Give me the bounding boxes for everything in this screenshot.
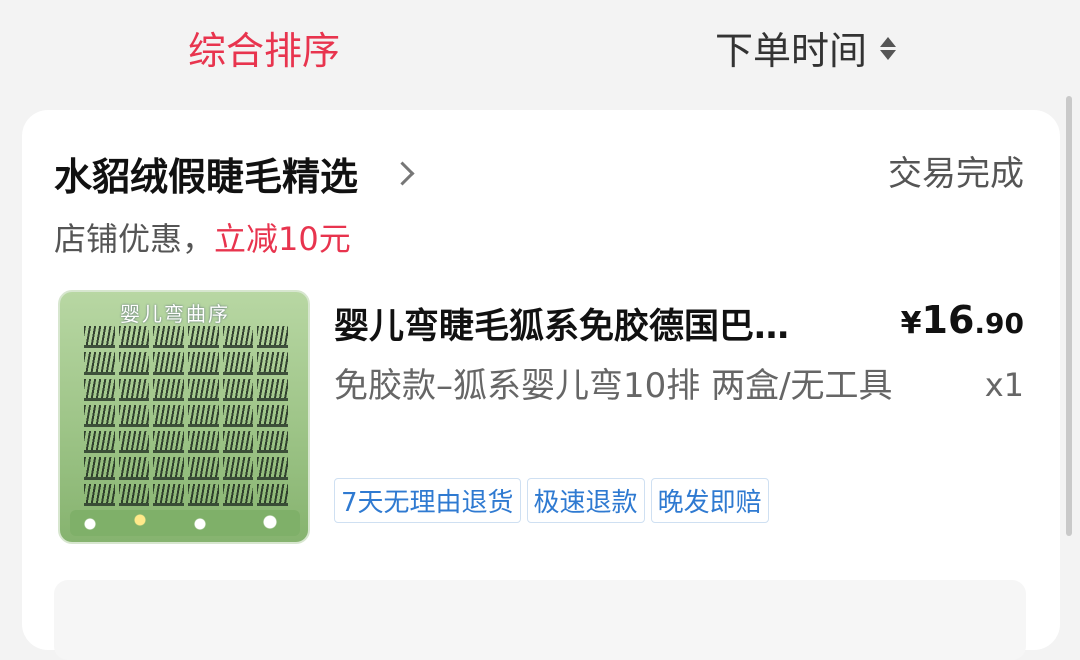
product-title[interactable]: 婴儿弯睫毛狐系免胶德国巴…: [334, 298, 864, 349]
promo-prefix: 店铺优惠，: [54, 220, 215, 258]
tag-7day-return: 7天无理由退货: [334, 478, 521, 523]
sort-order-time-label: 下单时间: [715, 29, 868, 73]
flower-decoration: [70, 510, 300, 536]
product-image[interactable]: 婴儿弯曲序: [58, 290, 310, 544]
product-image-label: 婴儿弯曲序: [120, 302, 230, 326]
shop-name: 水貂绒假睫毛精选: [54, 155, 359, 199]
eyelash-tray-graphic: [84, 326, 288, 506]
sort-up-down-icon: [879, 31, 897, 65]
shop-promo: 店铺优惠，立减10元: [54, 214, 351, 260]
promo-highlight: 立减10元: [214, 220, 351, 258]
sort-comprehensive-tab[interactable]: 综合排序: [188, 20, 340, 75]
order-info-box: [54, 580, 1026, 660]
price-integer: 16: [921, 298, 975, 342]
order-card[interactable]: 水貂绒假睫毛精选 交易完成 店铺优惠，立减10元 婴儿弯曲序 婴儿弯睫毛狐系免胶…: [22, 110, 1060, 660]
chevron-right-icon: [390, 161, 415, 186]
sort-order-time-tab[interactable]: 下单时间: [715, 20, 897, 75]
product-spec: 免胶款–狐系婴儿弯10排 两盒/无工具: [334, 366, 893, 406]
sort-bar: 综合排序 下单时间: [0, 0, 1080, 100]
tag-late-delivery-compensation: 晚发即赔: [650, 478, 769, 523]
price-decimal: .90: [974, 307, 1024, 340]
service-tags: 7天无理由退货 极速退款 晚发即赔: [334, 478, 769, 523]
tag-fast-refund: 极速退款: [526, 478, 645, 523]
order-status: 交易完成: [888, 154, 1024, 194]
price-currency: ¥: [900, 306, 922, 341]
scrollbar[interactable]: [1066, 96, 1072, 536]
shop-name-link[interactable]: 水貂绒假睫毛精选: [54, 146, 415, 201]
product-quantity: x1: [984, 366, 1024, 404]
product-price: ¥16.90: [901, 298, 1024, 342]
